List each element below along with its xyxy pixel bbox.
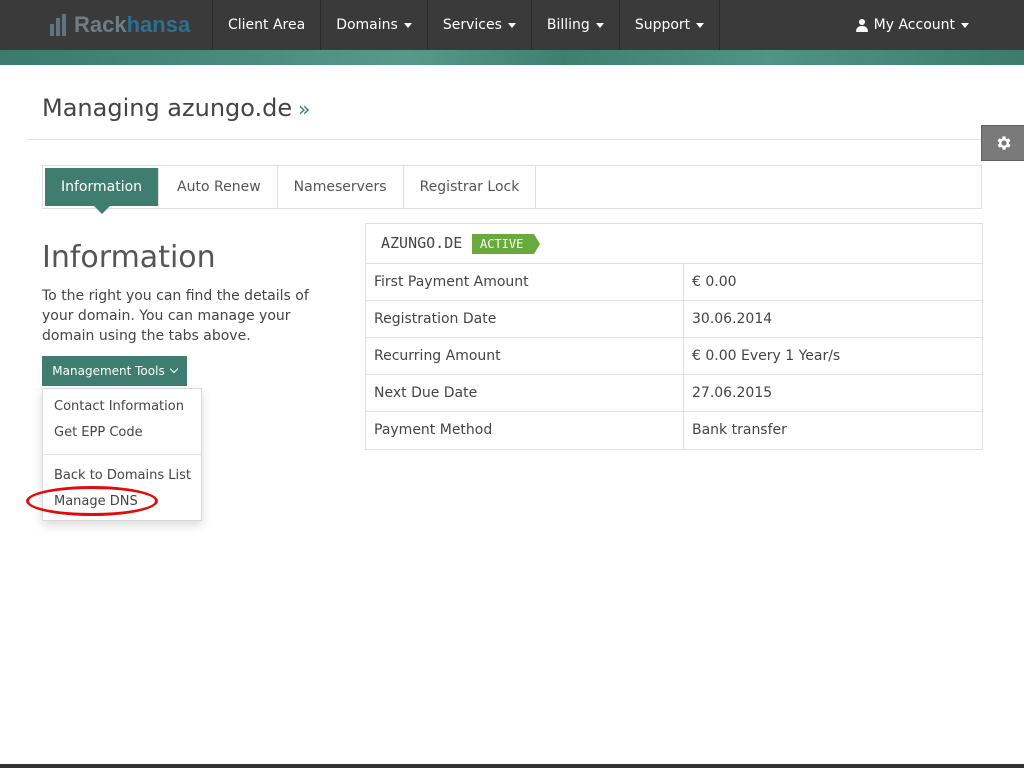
menu-item-back-to-domains[interactable]: Back to Domains List xyxy=(54,468,191,483)
domain-details-panel: AZUNGO.DE ACTIVE First Payment Amount € … xyxy=(365,223,983,450)
title-divider xyxy=(27,139,1024,140)
nav-support[interactable]: Support xyxy=(618,0,721,50)
row-value: 30.06.2014 xyxy=(692,311,773,327)
main-nav: Client Area Domains Services Billing Sup… xyxy=(212,0,721,50)
settings-gear-button[interactable] xyxy=(981,125,1024,161)
highlight-ring xyxy=(26,486,158,516)
nav-client-area[interactable]: Client Area xyxy=(212,0,320,50)
breadcrumb-raquo: » xyxy=(298,97,311,121)
nav-services-label: Services xyxy=(442,17,502,33)
tab-auto-renew-label: Auto Renew xyxy=(177,179,261,195)
header-banner-strip xyxy=(0,50,1024,65)
row-value: 27.06.2015 xyxy=(692,385,773,401)
domain-tabs: Information Auto Renew Nameservers Regis… xyxy=(42,165,982,214)
caret-down-icon xyxy=(595,22,604,28)
tab-information[interactable]: Information xyxy=(45,168,160,214)
tab-nameservers-label: Nameservers xyxy=(293,179,387,195)
bottom-edge xyxy=(0,764,1024,768)
row-label: Registration Date xyxy=(374,311,497,327)
my-account-label: My Account xyxy=(873,17,955,33)
caret-down-icon xyxy=(507,22,516,28)
row-label: First Payment Amount xyxy=(374,274,529,290)
menu-item-contact-information[interactable]: Contact Information xyxy=(54,399,184,414)
tab-information-label: Information xyxy=(61,179,143,195)
table-row: Next Due Date 27.06.2015 xyxy=(366,374,982,412)
row-label: Next Due Date xyxy=(374,385,478,401)
nav-support-label: Support xyxy=(634,17,691,33)
tab-auto-renew[interactable]: Auto Renew xyxy=(161,166,278,208)
table-row: Payment Method Bank transfer xyxy=(366,411,982,449)
domain-name: AZUNGO.DE xyxy=(381,234,463,252)
page-title-text: Managing azungo.de xyxy=(42,94,293,122)
my-account-menu[interactable]: My Account xyxy=(855,0,969,50)
nav-services[interactable]: Services xyxy=(426,0,531,50)
table-row: First Payment Amount € 0.00 xyxy=(366,263,982,301)
brand-name-part1: Rack xyxy=(74,12,127,37)
tab-nameservers[interactable]: Nameservers xyxy=(278,166,404,208)
nav-domains[interactable]: Domains xyxy=(320,0,427,50)
brand-name-part2: hansa xyxy=(126,12,191,37)
row-value: € 0.00 xyxy=(692,274,737,290)
nav-billing-label: Billing xyxy=(546,17,590,33)
top-navbar: Rack hansa Client Area Domains Services B… xyxy=(0,0,1024,51)
logo-bars-icon xyxy=(50,14,68,36)
menu-divider xyxy=(43,454,201,455)
row-value: Bank transfer xyxy=(692,422,787,438)
nav-billing[interactable]: Billing xyxy=(530,0,619,50)
nav-domains-label: Domains xyxy=(336,17,398,33)
caret-down-icon xyxy=(961,22,969,28)
page-title: Managing azungo.de» xyxy=(42,94,310,122)
status-badge: ACTIVE xyxy=(472,234,541,254)
row-label: Recurring Amount xyxy=(374,348,501,364)
info-description: To the right you can find the details of… xyxy=(42,288,309,344)
table-row: Registration Date 30.06.2014 xyxy=(366,300,982,338)
row-value: € 0.00 Every 1 Year/s xyxy=(692,348,841,364)
nav-client-area-label: Client Area xyxy=(228,17,306,33)
domain-header: AZUNGO.DE ACTIVE xyxy=(366,224,982,264)
caret-down-icon xyxy=(696,22,705,28)
row-label: Payment Method xyxy=(374,422,493,438)
brand-logo[interactable]: Rack hansa xyxy=(50,8,210,42)
management-tools-label: Management Tools xyxy=(52,364,165,378)
management-tools-button[interactable]: Management Tools xyxy=(42,356,187,386)
tab-registrar-lock[interactable]: Registrar Lock xyxy=(404,166,537,208)
gear-icon xyxy=(997,136,1011,150)
tab-registrar-lock-label: Registrar Lock xyxy=(419,179,520,195)
chevron-down-icon xyxy=(169,364,178,374)
user-icon xyxy=(855,18,868,32)
caret-down-icon xyxy=(403,22,412,28)
table-row: Recurring Amount € 0.00 Every 1 Year/s xyxy=(366,337,982,375)
info-heading: Information xyxy=(42,240,216,275)
menu-item-get-epp-code[interactable]: Get EPP Code xyxy=(54,425,143,440)
